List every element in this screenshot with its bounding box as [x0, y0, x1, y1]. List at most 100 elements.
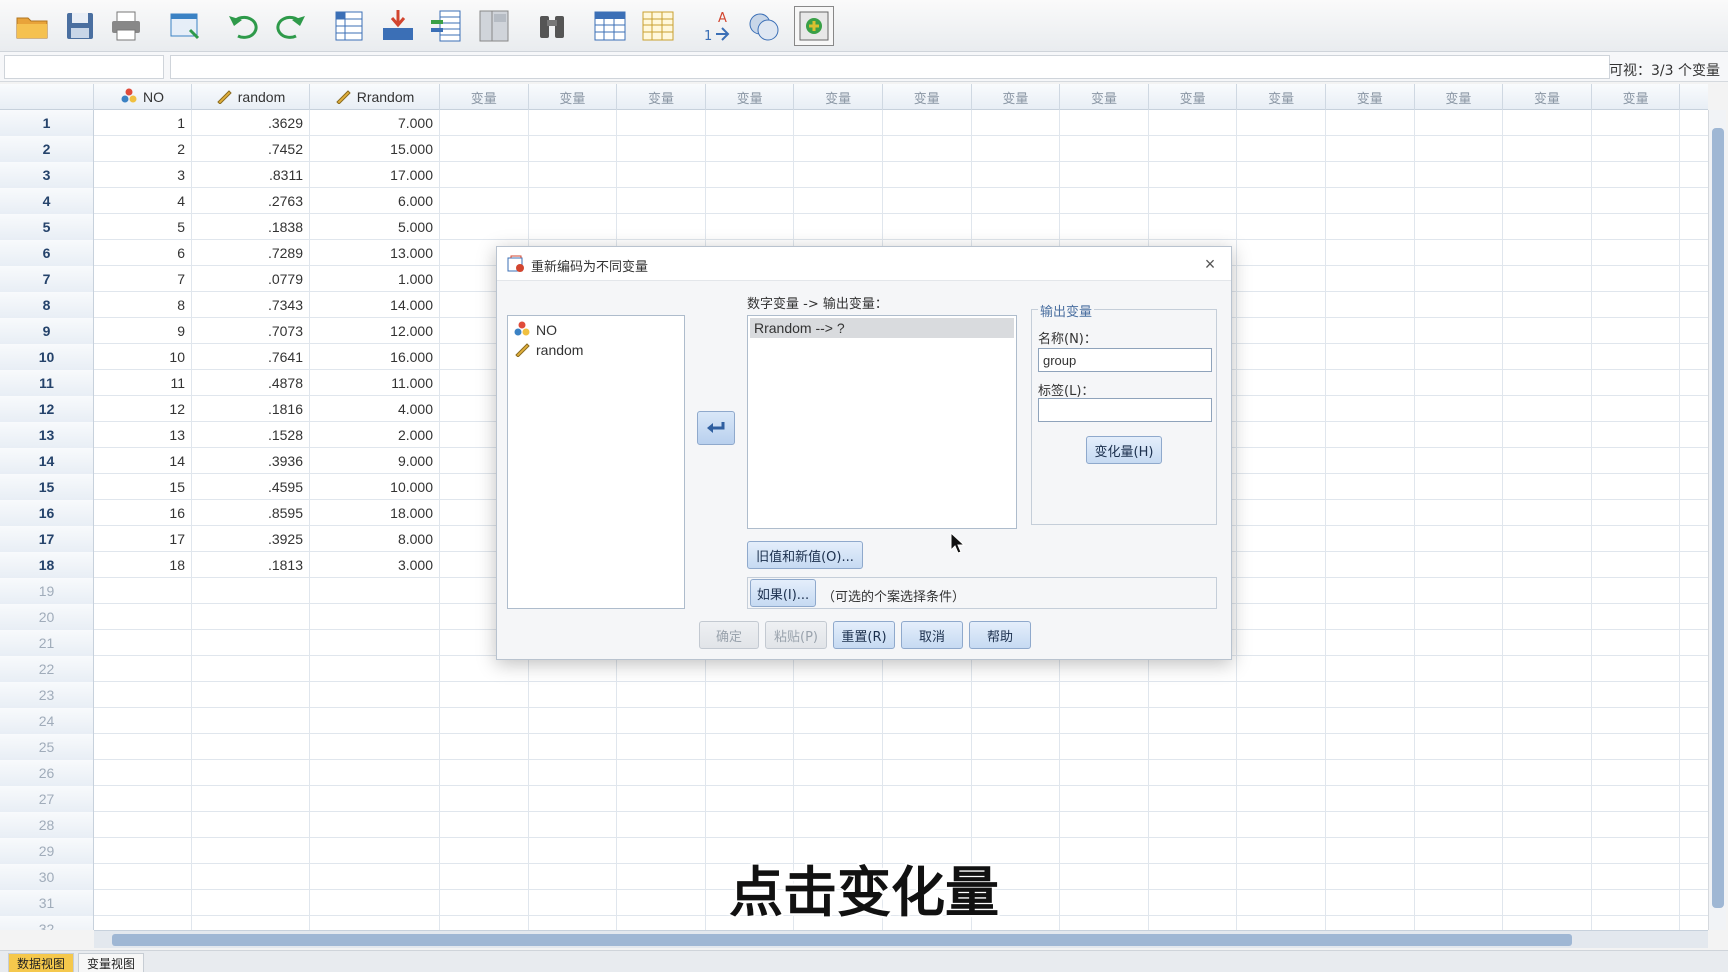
- grid-cell[interactable]: [883, 734, 972, 760]
- if-button[interactable]: 如果(I)...: [750, 579, 816, 607]
- grid-cell[interactable]: .1816: [192, 396, 310, 422]
- grid-cell[interactable]: [310, 604, 440, 630]
- grid-cell[interactable]: [1237, 552, 1326, 578]
- grid-cell[interactable]: [1237, 630, 1326, 656]
- grid-cell[interactable]: [1415, 266, 1504, 292]
- grid-cell[interactable]: [617, 188, 706, 214]
- grid-cell[interactable]: [1503, 604, 1592, 630]
- grid-cell[interactable]: [1415, 474, 1504, 500]
- grid-cell[interactable]: [192, 578, 310, 604]
- grid-cell[interactable]: [706, 708, 795, 734]
- grid-cell[interactable]: [1326, 682, 1415, 708]
- grid-cell[interactable]: [1237, 110, 1326, 136]
- grid-cell[interactable]: [1503, 552, 1592, 578]
- grid-cell[interactable]: [883, 812, 972, 838]
- grid-cell[interactable]: [529, 812, 618, 838]
- grid-cell[interactable]: [1503, 708, 1592, 734]
- grid-cell[interactable]: [310, 682, 440, 708]
- grid-cell[interactable]: [1149, 188, 1238, 214]
- grid-cell[interactable]: [1237, 786, 1326, 812]
- grid-cell[interactable]: [94, 708, 192, 734]
- grid-cell[interactable]: [794, 734, 883, 760]
- row-header[interactable]: 16: [0, 500, 94, 526]
- grid-cell[interactable]: [1149, 760, 1238, 786]
- grid-cell[interactable]: [529, 162, 618, 188]
- cell-reference-field[interactable]: [4, 55, 164, 79]
- grid-cell[interactable]: [1326, 162, 1415, 188]
- grid-cell[interactable]: [1326, 318, 1415, 344]
- input-output-map-list[interactable]: Rrandom --> ?: [747, 315, 1017, 529]
- grid-cell[interactable]: [706, 136, 795, 162]
- grid-cell[interactable]: [1060, 136, 1149, 162]
- grid-cell[interactable]: .3936: [192, 448, 310, 474]
- grid-cell[interactable]: [1592, 734, 1681, 760]
- grid-cell[interactable]: [1149, 682, 1238, 708]
- grid-cell[interactable]: [617, 110, 706, 136]
- grid-cell[interactable]: [1237, 734, 1326, 760]
- grid-cell[interactable]: [1592, 136, 1681, 162]
- grid-cell[interactable]: 4.000: [310, 396, 440, 422]
- grid-cell[interactable]: [1503, 422, 1592, 448]
- grid-cell[interactable]: [883, 188, 972, 214]
- row-header[interactable]: 1: [0, 110, 94, 136]
- grid-cell[interactable]: [972, 110, 1061, 136]
- find-icon[interactable]: [532, 6, 572, 46]
- grid-cell[interactable]: 13: [94, 422, 192, 448]
- grid-cell[interactable]: [617, 812, 706, 838]
- grid-cell[interactable]: [1592, 292, 1681, 318]
- grid-cell[interactable]: [1592, 760, 1681, 786]
- grid-cell[interactable]: 15: [94, 474, 192, 500]
- grid-cell[interactable]: [1592, 500, 1681, 526]
- cell-value-field[interactable]: [170, 55, 1610, 79]
- grid-cell[interactable]: [1060, 162, 1149, 188]
- grid-cell[interactable]: [1415, 318, 1504, 344]
- row-header[interactable]: 17: [0, 526, 94, 552]
- grid-cell[interactable]: [1415, 760, 1504, 786]
- grid-cell[interactable]: 4: [94, 188, 192, 214]
- grid-cell[interactable]: [1060, 214, 1149, 240]
- grid-cell[interactable]: [1326, 760, 1415, 786]
- grid-cell[interactable]: .3925: [192, 526, 310, 552]
- grid-cell[interactable]: 2: [94, 136, 192, 162]
- row-header[interactable]: 22: [0, 656, 94, 682]
- goto-variable-icon[interactable]: [378, 6, 418, 46]
- redo-icon[interactable]: [270, 6, 310, 46]
- row-header[interactable]: 2: [0, 136, 94, 162]
- grid-cell[interactable]: [1237, 188, 1326, 214]
- corner-cell[interactable]: [0, 84, 94, 110]
- row-header[interactable]: 20: [0, 604, 94, 630]
- undo-icon[interactable]: [224, 6, 264, 46]
- grid-cell[interactable]: [706, 110, 795, 136]
- grid-cell[interactable]: [1592, 344, 1681, 370]
- grid-cell[interactable]: [1237, 240, 1326, 266]
- grid-cell[interactable]: [310, 786, 440, 812]
- grid-cell[interactable]: .4878: [192, 370, 310, 396]
- grid-cell[interactable]: [794, 110, 883, 136]
- grid-cell[interactable]: [1503, 578, 1592, 604]
- grid-cell[interactable]: [1415, 734, 1504, 760]
- tab-data-view[interactable]: 数据视图: [8, 953, 75, 972]
- grid-cell[interactable]: [1326, 578, 1415, 604]
- grid-cell[interactable]: [794, 786, 883, 812]
- grid-cell[interactable]: [794, 214, 883, 240]
- grid-cell[interactable]: [706, 214, 795, 240]
- grid-cell[interactable]: [883, 682, 972, 708]
- grid-cell[interactable]: [1060, 188, 1149, 214]
- grid-cell[interactable]: [1503, 266, 1592, 292]
- grid-cell[interactable]: [1592, 110, 1681, 136]
- grid-cell[interactable]: [192, 630, 310, 656]
- grid-cell[interactable]: [1326, 240, 1415, 266]
- grid-cell[interactable]: [1415, 162, 1504, 188]
- grid-cell[interactable]: [94, 682, 192, 708]
- grid-cell[interactable]: [1060, 682, 1149, 708]
- column-header-empty[interactable]: 变量: [1060, 84, 1149, 110]
- grid-cell[interactable]: .4595: [192, 474, 310, 500]
- grid-cell[interactable]: [1326, 656, 1415, 682]
- grid-cell[interactable]: 13.000: [310, 240, 440, 266]
- grid-cell[interactable]: [1237, 578, 1326, 604]
- grid-cell[interactable]: [972, 760, 1061, 786]
- grid-cell[interactable]: [1592, 396, 1681, 422]
- grid-cell[interactable]: [1326, 812, 1415, 838]
- grid-cell[interactable]: [794, 708, 883, 734]
- grid-cell[interactable]: [529, 760, 618, 786]
